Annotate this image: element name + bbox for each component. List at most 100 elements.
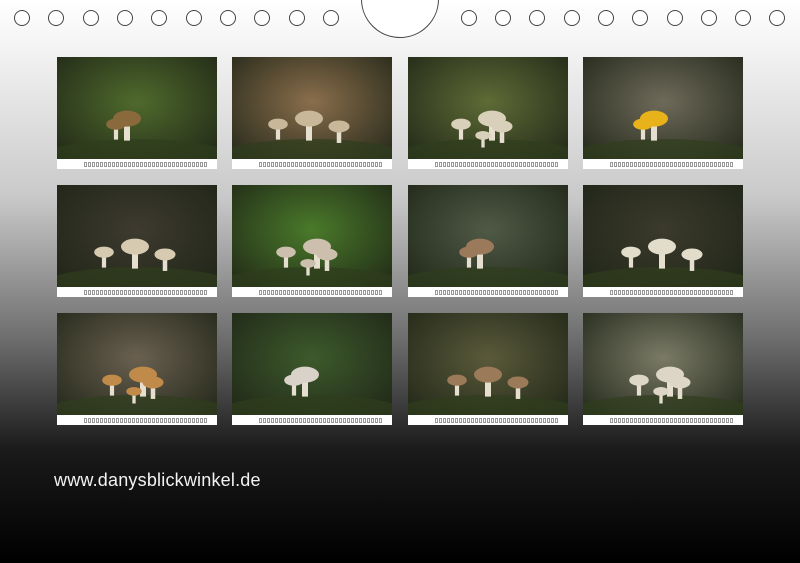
day-cell <box>726 161 729 167</box>
mushroom-photo <box>57 185 217 297</box>
day-cell <box>519 161 522 167</box>
day-cell <box>543 161 546 167</box>
day-cell <box>116 289 119 295</box>
day-cell <box>630 161 633 167</box>
calendar-day-strip <box>232 287 392 297</box>
day-cell <box>379 417 382 423</box>
day-cell <box>375 417 378 423</box>
day-cell <box>722 289 725 295</box>
day-cell <box>543 417 546 423</box>
day-cell <box>511 161 514 167</box>
day-cell <box>638 417 641 423</box>
day-cell <box>319 289 322 295</box>
day-cell <box>116 417 119 423</box>
day-cell <box>168 161 171 167</box>
day-cell <box>104 161 107 167</box>
day-cell <box>614 417 617 423</box>
day-cell <box>299 289 302 295</box>
mushroom-photo <box>583 185 743 297</box>
day-cell <box>447 417 450 423</box>
day-cell <box>279 289 282 295</box>
day-cell <box>642 417 645 423</box>
day-cell <box>515 289 518 295</box>
day-cell <box>666 417 669 423</box>
day-cell <box>678 289 681 295</box>
day-cell <box>483 417 486 423</box>
day-cell <box>650 417 653 423</box>
day-cell <box>315 289 318 295</box>
day-cell <box>690 289 693 295</box>
day-cell <box>698 417 701 423</box>
day-cell <box>363 161 366 167</box>
day-cell <box>539 289 542 295</box>
day-cell <box>686 417 689 423</box>
day-cell <box>714 289 717 295</box>
day-cell <box>116 161 119 167</box>
day-cell <box>184 417 187 423</box>
day-cell <box>144 161 147 167</box>
day-cell <box>722 417 725 423</box>
day-cell <box>176 417 179 423</box>
day-cell <box>96 161 99 167</box>
day-cell <box>690 417 693 423</box>
day-cell <box>192 161 195 167</box>
day-cell <box>690 161 693 167</box>
day-cell <box>96 417 99 423</box>
day-cell <box>459 161 462 167</box>
day-cell <box>263 161 266 167</box>
day-cell <box>523 161 526 167</box>
day-cell <box>120 161 123 167</box>
day-cell <box>495 417 498 423</box>
day-cell <box>267 417 270 423</box>
day-cell <box>156 161 159 167</box>
day-cell <box>303 161 306 167</box>
binding-hole <box>701 10 717 26</box>
day-cell <box>654 417 657 423</box>
day-cell <box>467 289 470 295</box>
day-cell <box>164 161 167 167</box>
day-cell <box>519 289 522 295</box>
day-cell <box>84 417 87 423</box>
month-photo-5 <box>57 185 217 297</box>
day-cell <box>467 417 470 423</box>
day-cell <box>531 161 534 167</box>
day-cell <box>371 417 374 423</box>
day-cell <box>104 417 107 423</box>
day-cell <box>375 289 378 295</box>
day-cell <box>455 161 458 167</box>
binding-hole <box>48 10 64 26</box>
day-cell <box>100 289 103 295</box>
calendar-day-strip <box>583 159 743 169</box>
day-cell <box>638 161 641 167</box>
day-cell <box>666 289 669 295</box>
day-cell <box>92 161 95 167</box>
day-cell <box>124 417 127 423</box>
day-cell <box>443 289 446 295</box>
day-cell <box>527 161 530 167</box>
day-cell <box>335 289 338 295</box>
day-cell <box>359 417 362 423</box>
mushroom-photo <box>232 57 392 169</box>
day-cell <box>347 161 350 167</box>
day-cell <box>658 417 661 423</box>
day-cell <box>200 161 203 167</box>
mushroom-photo <box>57 57 217 169</box>
day-cell <box>515 161 518 167</box>
day-cell <box>730 289 733 295</box>
day-cell <box>259 289 262 295</box>
binding-hole <box>598 10 614 26</box>
day-cell <box>539 161 542 167</box>
day-cell <box>375 161 378 167</box>
day-cell <box>535 161 538 167</box>
day-cell <box>295 289 298 295</box>
day-cell <box>515 417 518 423</box>
day-cell <box>347 417 350 423</box>
day-cell <box>327 417 330 423</box>
day-cell <box>634 417 637 423</box>
calendar-day-strip <box>232 415 392 425</box>
day-cell <box>267 161 270 167</box>
day-cell <box>702 161 705 167</box>
day-cell <box>654 289 657 295</box>
day-cell <box>626 161 629 167</box>
day-cell <box>359 161 362 167</box>
